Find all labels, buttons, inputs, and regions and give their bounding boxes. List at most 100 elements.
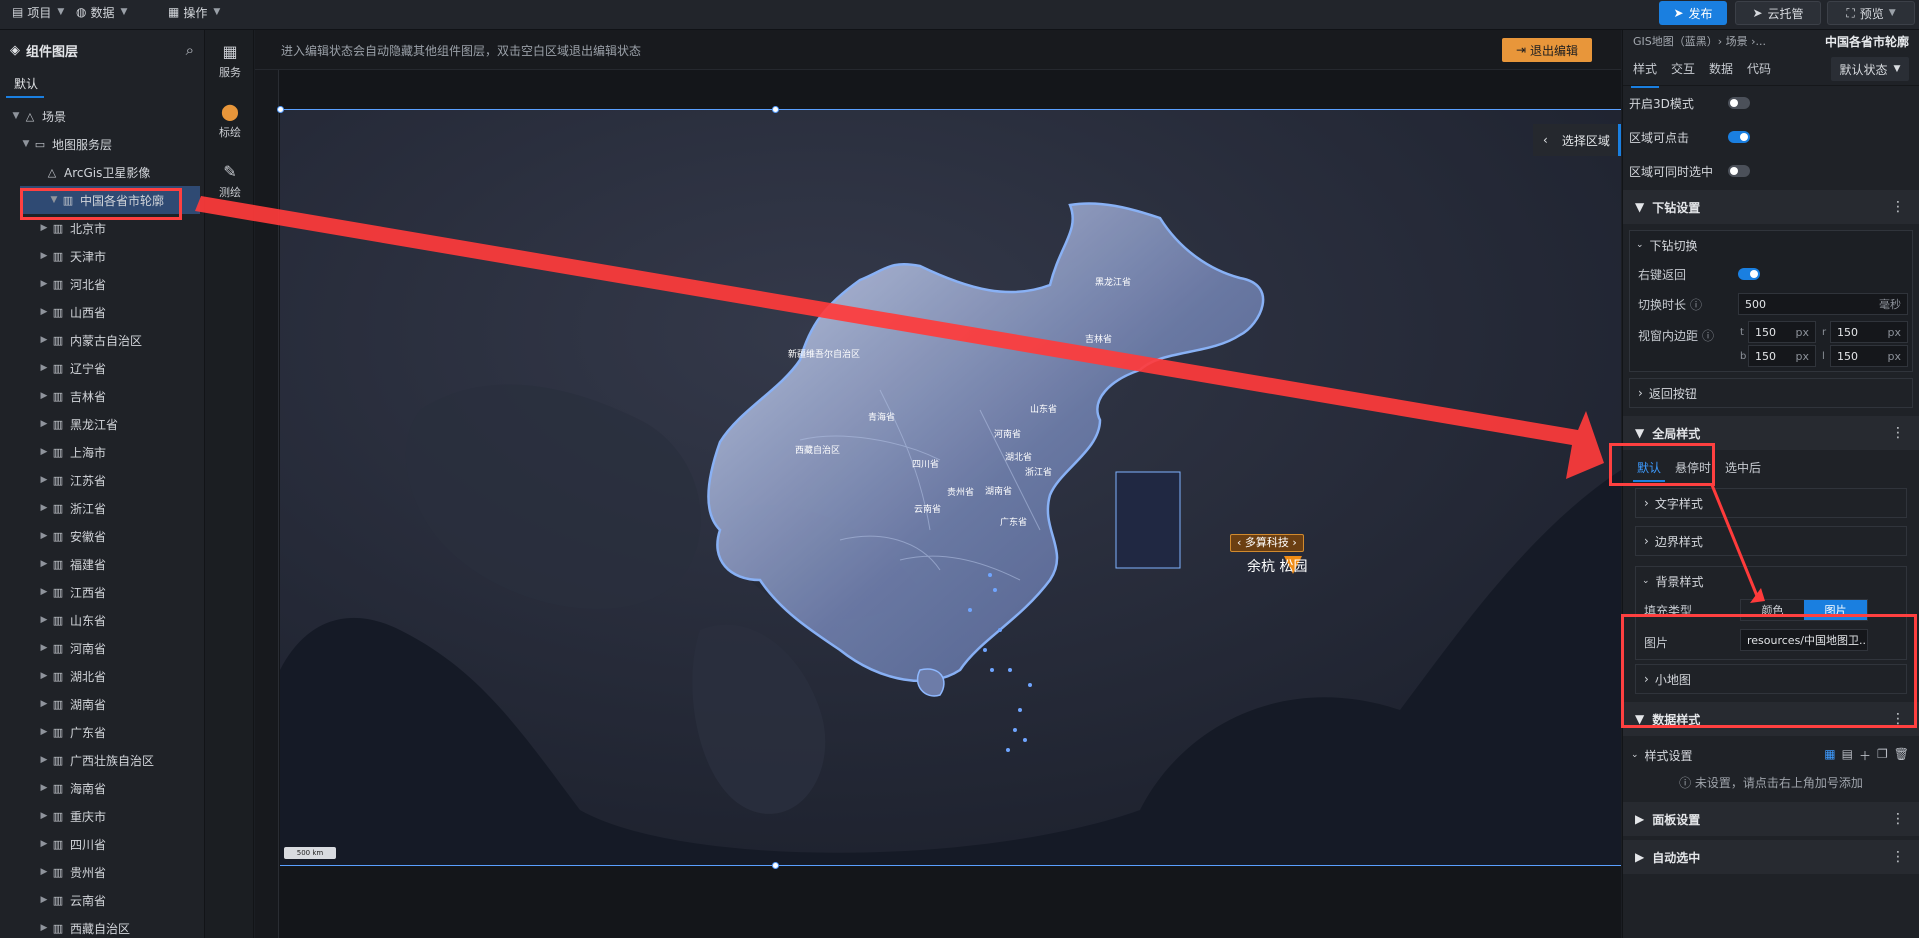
multi-select-switch[interactable] xyxy=(1728,165,1750,177)
delete-icon[interactable]: 🗑 xyxy=(1894,747,1909,764)
tree-node-province[interactable]: ▶ ▥ 上海市 xyxy=(0,438,204,466)
tree-node-province[interactable]: ▶ ▥ 江苏省 xyxy=(0,466,204,494)
help-icon[interactable]: ⓘ xyxy=(1690,296,1702,313)
tree-node-arcgis[interactable]: △ ArcGis卫星影像 xyxy=(0,158,204,186)
search-icon[interactable]: ⌕ xyxy=(186,41,194,59)
tab-default[interactable]: 默认 xyxy=(0,70,45,98)
pad-b-input[interactable]: 150 px xyxy=(1748,345,1816,367)
caret-down-icon[interactable]: ▼ xyxy=(20,139,32,149)
caret-right-icon[interactable]: ▶ xyxy=(38,503,50,513)
table-icon[interactable]: ▦ xyxy=(1824,747,1835,764)
tree-node-province[interactable]: ▶ ▥ 贵州省 xyxy=(0,858,204,886)
gs-tab-default[interactable]: 默认 xyxy=(1632,459,1666,482)
menu-project[interactable]: ▤ 项目 ▼ xyxy=(6,0,70,24)
caret-down-icon[interactable]: ▼ xyxy=(10,111,22,121)
caret-down-icon[interactable]: ▼ xyxy=(48,195,60,205)
menu-data[interactable]: ◍ 数据 ▼ xyxy=(70,0,133,24)
pad-t-input[interactable]: 150 px xyxy=(1748,321,1816,343)
tree-node-province[interactable]: ▶ ▥ 天津市 xyxy=(0,242,204,270)
tree-node-province[interactable]: ▶ ▥ 山东省 xyxy=(0,606,204,634)
more-icon[interactable]: ⋮ xyxy=(1891,811,1905,827)
copy-icon[interactable]: ❐ xyxy=(1877,747,1888,764)
help-icon[interactable]: ⓘ xyxy=(1702,327,1714,344)
state-select[interactable]: 默认状态 ▼ xyxy=(1831,57,1909,81)
more-icon[interactable]: ⋮ xyxy=(1891,711,1905,727)
tree-node-province[interactable]: ▶ ▥ 山西省 xyxy=(0,298,204,326)
tree-node-province[interactable]: ▶ ▥ 海南省 xyxy=(0,774,204,802)
map-view[interactable]: ‹ 选择区域 500 km ‹ 多算科技 › 余杭 松园 黑龙江省 吉林省 新疆维吾… xyxy=(280,109,1621,866)
tree-node-province[interactable]: ▶ ▥ 内蒙古自治区 xyxy=(0,326,204,354)
tree-node-province[interactable]: ▶ ▥ 安徽省 xyxy=(0,522,204,550)
style-settings-row[interactable]: ⌄ 样式设置 ▦ ▤ ＋ ❐ 🗑 xyxy=(1623,740,1919,770)
exit-edit-button[interactable]: ⇥ 退出编辑 xyxy=(1502,38,1592,62)
tree-node-province[interactable]: ▶ ▥ 江西省 xyxy=(0,578,204,606)
tree-node-province[interactable]: ▶ ▥ 浙江省 xyxy=(0,494,204,522)
tree-node-province[interactable]: ▶ ▥ 黑龙江省 xyxy=(0,410,204,438)
fill-type-image[interactable]: 图片 xyxy=(1804,600,1867,620)
right-back-switch[interactable] xyxy=(1738,268,1760,280)
auto-select-section[interactable]: ▶ 自动选中 ⋮ xyxy=(1623,840,1919,874)
caret-right-icon[interactable]: ▶ xyxy=(38,251,50,261)
caret-right-icon[interactable]: ▶ xyxy=(38,671,50,681)
tree-node-scene[interactable]: ▼ △ 场景 xyxy=(0,102,204,130)
pad-l-input[interactable]: 150 px xyxy=(1830,345,1908,367)
more-icon[interactable]: ⋮ xyxy=(1891,849,1905,865)
fill-type-color[interactable]: 颜色 xyxy=(1741,600,1804,620)
tab-style[interactable]: 样式 xyxy=(1630,60,1660,88)
tree-node-province[interactable]: ▶ ▥ 河北省 xyxy=(0,270,204,298)
add-icon[interactable]: ＋ xyxy=(1859,747,1871,764)
tree-node-province[interactable]: ▶ ▥ 重庆市 xyxy=(0,802,204,830)
caret-right-icon[interactable]: ▶ xyxy=(38,391,50,401)
caret-right-icon[interactable]: ▶ xyxy=(38,867,50,877)
caret-right-icon[interactable]: ▶ xyxy=(38,307,50,317)
drill-section[interactable]: ▼ 下钻设置 ⋮ xyxy=(1623,190,1919,224)
tree-node-province[interactable]: ▶ ▥ 湖北省 xyxy=(0,662,204,690)
duration-input[interactable]: 500 毫秒 xyxy=(1738,293,1908,315)
publish-button[interactable]: ➤ 发布 xyxy=(1659,1,1727,25)
caret-right-icon[interactable]: ▶ xyxy=(38,223,50,233)
caret-right-icon[interactable]: ▶ xyxy=(38,755,50,765)
breadcrumb-path[interactable]: GIS地图（蓝黑）› 场景 ›... xyxy=(1633,33,1766,49)
more-icon[interactable]: ⋮ xyxy=(1891,425,1905,441)
tree-node-province[interactable]: ▶ ▥ 辽宁省 xyxy=(0,354,204,382)
tab-interaction[interactable]: 交互 xyxy=(1671,60,1695,77)
text-style-collapse[interactable]: › 文字样式 xyxy=(1635,488,1907,518)
caret-right-icon[interactable]: ▶ xyxy=(38,559,50,569)
minimap-collapse[interactable]: › 小地图 xyxy=(1635,664,1907,694)
tree-node-province[interactable]: ▶ ▥ 广西壮族自治区 xyxy=(0,746,204,774)
tree-node-map-service-layer[interactable]: ▼ ▭ 地图服务层 xyxy=(0,130,204,158)
caret-right-icon[interactable]: ▶ xyxy=(38,811,50,821)
caret-right-icon[interactable]: ▶ xyxy=(38,363,50,373)
cloud-hosting-button[interactable]: ➤ 云托管 xyxy=(1735,1,1821,25)
resize-handle[interactable] xyxy=(772,862,779,869)
caret-right-icon[interactable]: ▶ xyxy=(38,419,50,429)
background-style-header[interactable]: ⌄ 背景样式 xyxy=(1636,567,1906,595)
caret-right-icon[interactable]: ▶ xyxy=(38,783,50,793)
tree-node-province[interactable]: ▶ ▥ 湖南省 xyxy=(0,690,204,718)
tree-node-province[interactable]: ▶ ▥ 福建省 xyxy=(0,550,204,578)
poi-tag[interactable]: ‹ 多算科技 › xyxy=(1230,534,1304,552)
caret-right-icon[interactable]: ▶ xyxy=(38,895,50,905)
caret-right-icon[interactable]: ▶ xyxy=(38,643,50,653)
caret-right-icon[interactable]: ▶ xyxy=(38,839,50,849)
border-style-collapse[interactable]: › 边界样式 xyxy=(1635,526,1907,556)
caret-right-icon[interactable]: ▶ xyxy=(38,727,50,737)
tree-node-province[interactable]: ▶ ▥ 北京市 xyxy=(0,214,204,242)
pad-r-input[interactable]: 150 px xyxy=(1830,321,1908,343)
caret-right-icon[interactable]: ▶ xyxy=(38,475,50,485)
resize-handle[interactable] xyxy=(277,106,284,113)
menu-operation[interactable]: ▦ 操作 ▼ xyxy=(162,0,226,24)
more-icon[interactable]: ⋮ xyxy=(1891,199,1905,215)
tree-node-province[interactable]: ▶ ▥ 广东省 xyxy=(0,718,204,746)
caret-right-icon[interactable]: ▶ xyxy=(38,615,50,625)
drill-switch-header[interactable]: ⌄ 下钻切换 xyxy=(1630,231,1912,259)
tool-plot[interactable]: ⬤ 标绘 xyxy=(206,102,254,140)
caret-right-icon[interactable]: ▶ xyxy=(38,279,50,289)
tree-node-province[interactable]: ▶ ▥ 四川省 xyxy=(0,830,204,858)
global-style-section[interactable]: ▼ 全局样式 ⋮ xyxy=(1623,416,1919,450)
caret-right-icon[interactable]: ▶ xyxy=(38,699,50,709)
select-region-button[interactable]: ‹ 选择区域 xyxy=(1533,124,1621,156)
tree-node-province[interactable]: ▶ ▥ 河南省 xyxy=(0,634,204,662)
layout-icon[interactable]: ▤ xyxy=(1842,747,1853,764)
tree-node-china-provinces[interactable]: ▼ ▥ 中国各省市轮廓 xyxy=(20,186,200,214)
